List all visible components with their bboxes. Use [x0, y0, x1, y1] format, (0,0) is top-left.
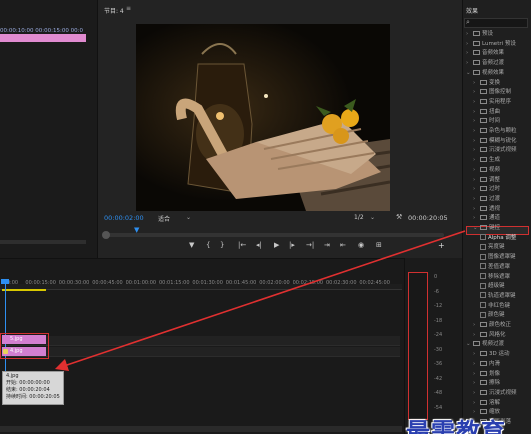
- watermark-logo: 最需教育: [406, 417, 506, 434]
- annotation-arrow: [54, 230, 466, 372]
